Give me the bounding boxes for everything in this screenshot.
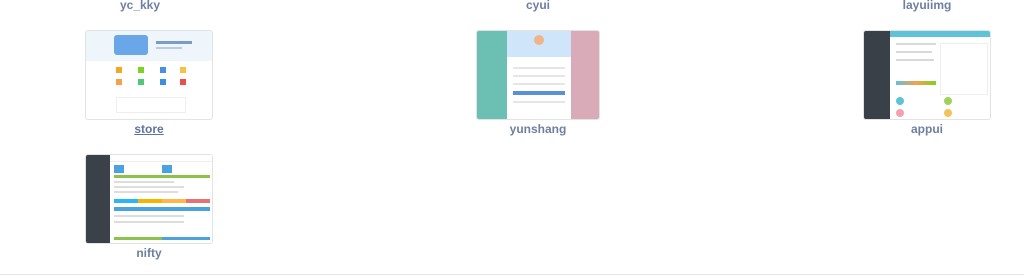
store-content-card (116, 97, 186, 113)
project-label-nifty[interactable]: nifty (0, 246, 319, 260)
yunshang-thumbnail[interactable] (476, 30, 600, 120)
bottom-divider (0, 274, 1024, 275)
project-label-appui[interactable]: appui (757, 122, 1024, 136)
store-icon-grid (108, 63, 192, 91)
appui-sidebar (864, 31, 890, 119)
nifty-sidebar (86, 155, 110, 243)
appui-thumbnail[interactable] (863, 30, 991, 120)
store-banner-illustration (114, 35, 148, 55)
project-label-cyui[interactable]: cyui (368, 0, 708, 12)
project-label-yc-kky[interactable]: yc_kky (0, 0, 310, 12)
store-banner (86, 31, 212, 61)
yunshang-phone (507, 31, 571, 119)
nifty-thumbnail[interactable] (85, 154, 213, 244)
project-link-store[interactable]: store (0, 122, 319, 136)
project-label-yunshang[interactable]: yunshang (368, 122, 708, 136)
appui-topbar (890, 31, 990, 37)
project-label-layuiimg[interactable]: layuiimg (757, 0, 1024, 12)
yunshang-left-bg (477, 31, 507, 119)
store-banner-subtext (156, 47, 182, 49)
nifty-topbar (110, 155, 212, 162)
store-banner-text (156, 41, 192, 44)
yunshang-right-bg (571, 31, 599, 119)
store-thumbnail[interactable] (85, 30, 213, 120)
